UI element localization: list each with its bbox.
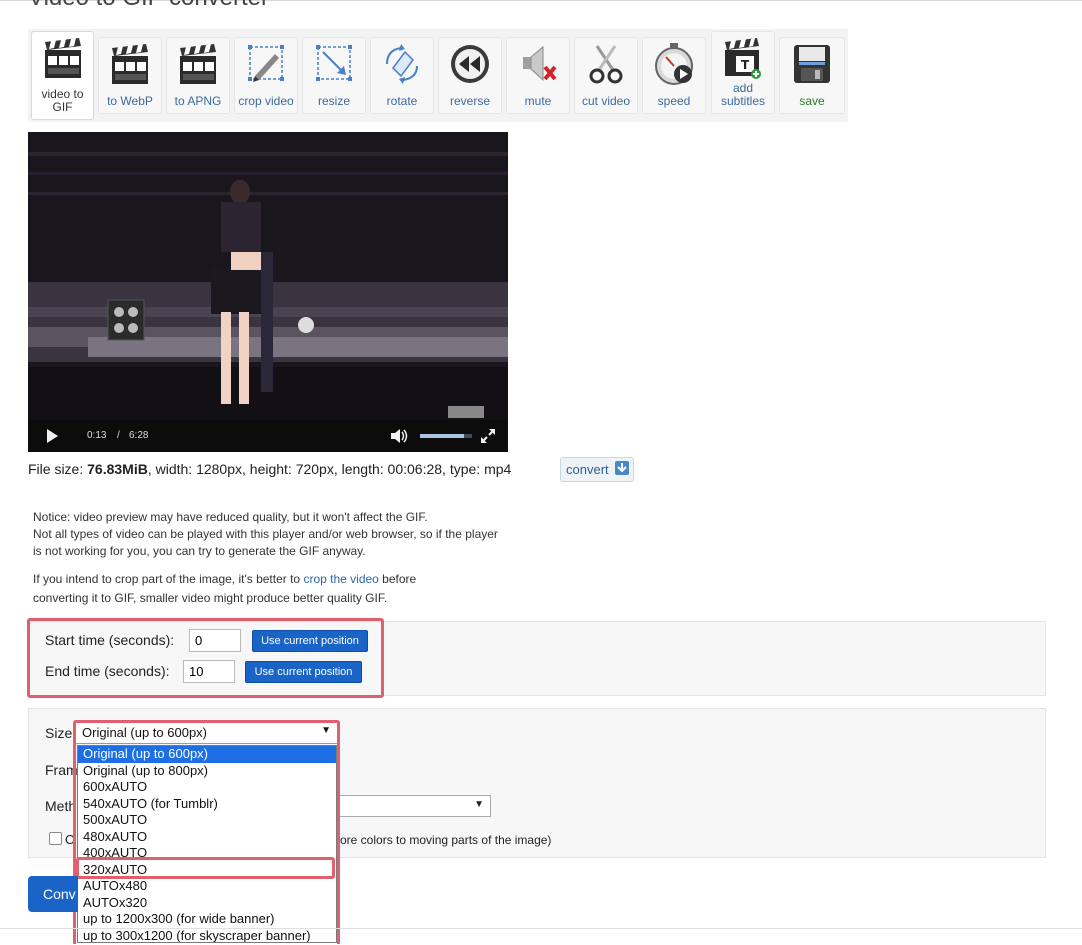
crop-hint: If you intend to crop part of the image,… (33, 571, 416, 588)
tool-add-subtitles[interactable]: T add subtitles (711, 31, 775, 114)
tool-resize[interactable]: resize (302, 37, 366, 114)
stopwatch-icon (655, 43, 693, 85)
chevron-down-icon: ▼ (474, 799, 484, 810)
tool-label: cut video (581, 94, 631, 108)
page-title: Video to GIF converter (28, 0, 269, 12)
footer-divider (0, 928, 1082, 929)
tool-label: rotate (386, 94, 418, 108)
floppy-disk-icon (794, 45, 830, 83)
crop-icon (248, 45, 284, 82)
method-label: Meth (45, 798, 77, 814)
volume-fill (420, 434, 464, 438)
optimize-checkbox[interactable] (49, 832, 62, 845)
video-frame (28, 132, 508, 420)
rewind-icon (451, 45, 489, 83)
tool-speed[interactable]: speed (642, 37, 706, 114)
file-info-prefix: File size: (28, 461, 88, 477)
tool-label: video to GIF (41, 87, 84, 114)
subtitles-clapperboard-icon: T (725, 38, 761, 79)
file-info: File size: 76.83MiB, width: 1280px, heig… (28, 461, 511, 477)
tool-mute[interactable]: mute (506, 37, 570, 114)
size-label: Size: (45, 725, 77, 741)
rotate-icon (386, 44, 418, 84)
resize-icon (316, 45, 352, 81)
tool-label: crop video (238, 94, 294, 108)
video-player[interactable]: 0:13 / 6:28 (28, 132, 508, 452)
fullscreen-icon[interactable] (481, 429, 495, 443)
option-320-highlight-box (76, 857, 335, 879)
method-select[interactable]: ▼ (338, 795, 491, 817)
clapperboard-icon (180, 44, 216, 84)
file-info-details: , width: 1280px, height: 720px, length: … (147, 461, 512, 477)
notice-line-3: is not working for you, you can try to g… (33, 544, 366, 558)
time-separator: / (117, 430, 120, 441)
svg-text:T: T (741, 58, 750, 72)
volume-slider[interactable] (420, 434, 472, 438)
clapperboard-icon (112, 44, 148, 84)
tool-label: speed (657, 94, 691, 108)
tool-label: add subtitles (720, 81, 766, 108)
crop-hint-before: If you intend to crop part of the image,… (33, 572, 304, 586)
tool-save[interactable]: save (779, 37, 845, 114)
tool-label: to WebP (107, 94, 153, 108)
tool-cut-video[interactable]: cut video (574, 37, 638, 114)
crop-hint-after: before (378, 572, 417, 586)
clapperboard-icon (44, 38, 81, 78)
tool-to-apng[interactable]: to APNG (166, 37, 230, 114)
tool-label: reverse (449, 94, 490, 108)
tool-label: save (799, 94, 825, 108)
scissors-icon (589, 45, 623, 84)
download-arrow-icon (615, 461, 629, 475)
tool-to-webp[interactable]: to WebP (98, 37, 162, 114)
convert-dropdown-button[interactable]: convert (560, 457, 634, 482)
tool-reverse[interactable]: reverse (438, 37, 502, 114)
tool-video-to-gif[interactable]: video to GIF (31, 31, 94, 120)
tool-label: to APNG (174, 94, 222, 108)
file-size: 76.83MiB (87, 461, 148, 477)
convert-to-gif-button[interactable]: Conv (28, 876, 78, 912)
tool-label: resize (317, 94, 350, 108)
tool-label: mute (524, 94, 552, 108)
current-time: 0:13 (87, 430, 107, 441)
duration: 6:28 (129, 430, 149, 441)
tool-crop-video[interactable]: crop video (234, 37, 298, 114)
notice-line-2: Not all types of video can be played wit… (33, 527, 498, 541)
convert-label: convert (566, 462, 609, 477)
play-icon[interactable] (44, 428, 60, 444)
tool-rotate[interactable]: rotate (370, 37, 434, 114)
notice-line-1: Notice: video preview may have reduced q… (33, 510, 428, 524)
time-highlight-box (27, 618, 384, 698)
crop-hint-line-2: converting it to GIF, smaller video migh… (33, 591, 388, 605)
volume-icon[interactable] (390, 429, 410, 443)
mute-speaker-icon (523, 45, 557, 82)
size-dropdown-highlight-box (73, 720, 340, 944)
checkbox-label-end: ore colors to moving parts of the image) (340, 833, 552, 847)
crop-video-link[interactable]: crop the video (303, 572, 378, 586)
